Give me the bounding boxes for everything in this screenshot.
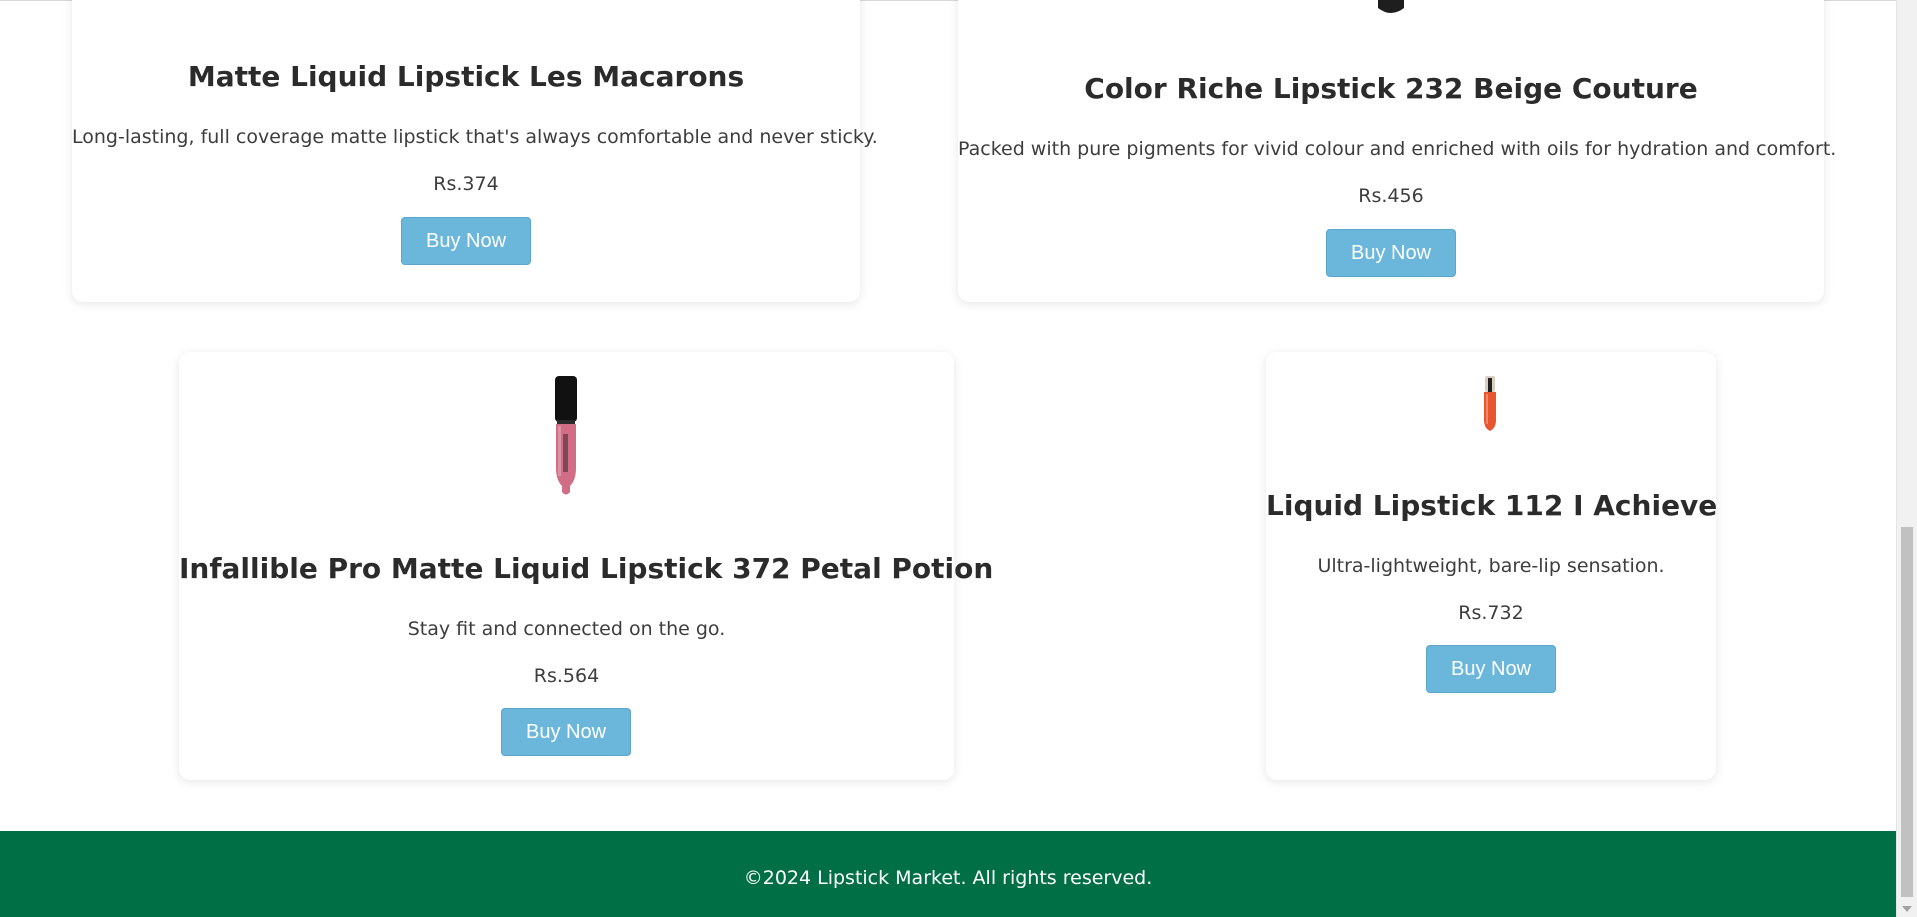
lipstick-tube-icon	[452, 0, 482, 4]
product-description: Ultra-lightweight, bare-lip sensation.	[1317, 555, 1665, 577]
product-title: Matte Liquid Lipstick Les Macarons	[187, 60, 745, 93]
liquid-lipstick-pink-icon	[555, 376, 577, 495]
product-price: Rs.564	[533, 665, 600, 687]
scroll-down-arrow-icon[interactable]	[1902, 906, 1912, 912]
browser-viewport: Matte Liquid Lipstick Les Macarons Long-…	[0, 0, 1917, 917]
liquid-lipstick-orange-icon	[1484, 376, 1496, 431]
page-content: Matte Liquid Lipstick Les Macarons Long-…	[0, 0, 1896, 917]
product-title: Infallible Pro Matte Liquid Lipstick 372…	[179, 552, 994, 585]
vertical-scrollbar[interactable]	[1896, 0, 1917, 917]
product-description: Packed with pure pigments for vivid colo…	[958, 138, 1837, 160]
product-price: Rs.732	[1458, 602, 1524, 624]
product-title: Color Riche Lipstick 232 Beige Couture	[1084, 72, 1698, 105]
product-price: Rs.456	[1358, 185, 1424, 207]
buy-now-button[interactable]: Buy Now	[1426, 645, 1556, 693]
buy-now-button[interactable]: Buy Now	[401, 217, 531, 265]
site-footer: ©2024 Lipstick Market. All rights reserv…	[0, 831, 1896, 917]
buy-now-button[interactable]: Buy Now	[501, 708, 631, 756]
product-title: Liquid Lipstick 112 I Achieve	[1266, 489, 1718, 522]
product-price: Rs.374	[433, 173, 499, 195]
product-description: Stay fit and connected on the go.	[407, 618, 726, 640]
product-description: Long-lasting, full coverage matte lipsti…	[72, 126, 878, 148]
footer-copyright: ©2024 Lipstick Market. All rights reserv…	[743, 867, 1153, 889]
product-card: Matte Liquid Lipstick Les Macarons Long-…	[72, 0, 878, 302]
product-card: Color Riche Lipstick 232 Beige Couture P…	[958, 0, 1837, 302]
product-card: Liquid Lipstick 112 I Achieve Ultra-ligh…	[1266, 352, 1718, 780]
lipstick-bullet-icon	[1378, 0, 1404, 13]
scrollbar-thumb[interactable]	[1901, 527, 1913, 897]
buy-now-button[interactable]: Buy Now	[1326, 229, 1456, 277]
product-card: Infallible Pro Matte Liquid Lipstick 372…	[179, 352, 994, 780]
